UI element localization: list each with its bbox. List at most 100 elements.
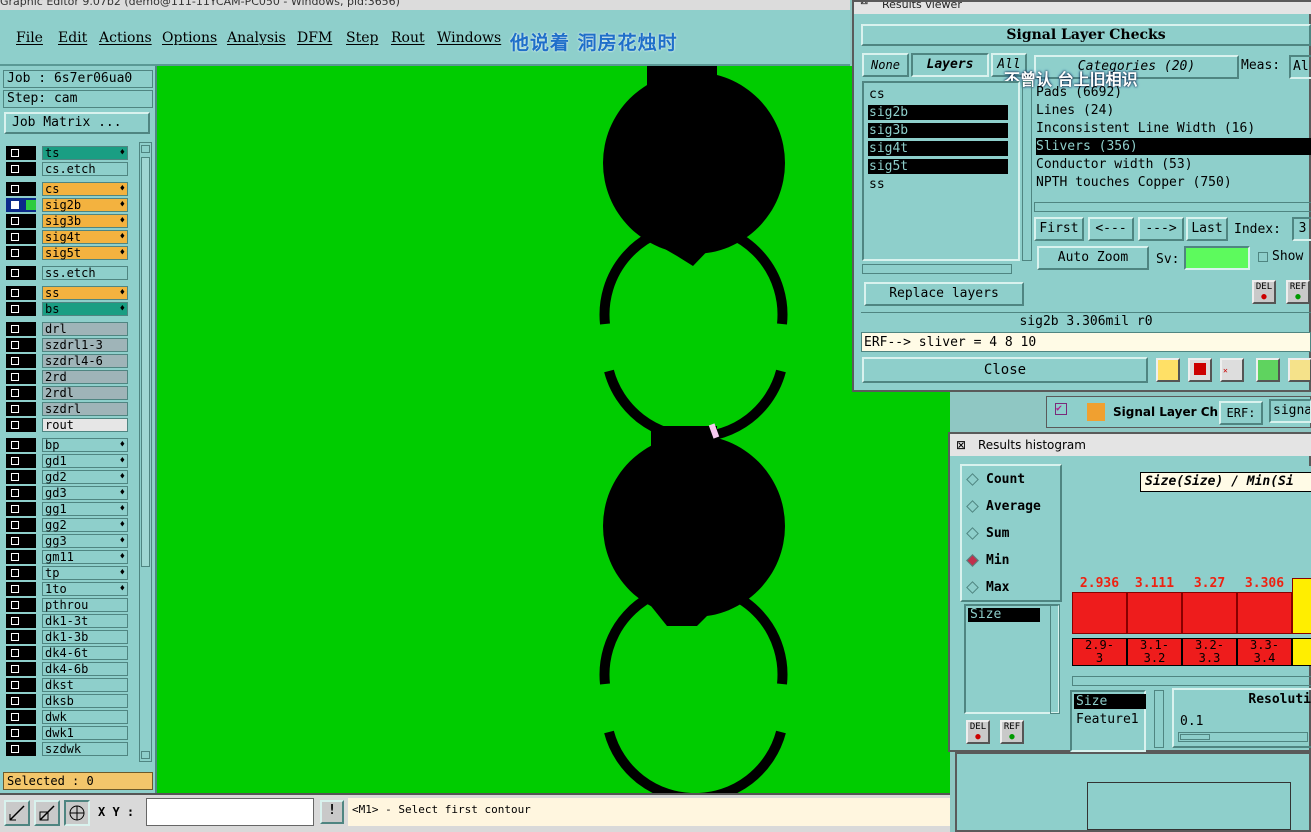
replace-layers-dropdown[interactable]: Replace layers <box>864 282 1024 306</box>
hist-ref-button[interactable]: REF ● <box>1000 720 1024 744</box>
layer-name[interactable]: sig3b ♦ <box>42 214 128 228</box>
close-icon[interactable]: ⊠ <box>860 2 868 7</box>
menu-rout[interactable]: Rout <box>391 30 425 46</box>
rv-layer-item[interactable]: sig4t <box>868 141 1008 156</box>
person-icon[interactable] <box>1156 358 1180 382</box>
layer-row-szdrl[interactable]: szdrl <box>6 402 128 416</box>
layer-row-dk4-6b[interactable]: dk4-6b <box>6 662 128 676</box>
graphic-canvas[interactable] <box>157 66 950 793</box>
layer-checkbox[interactable] <box>6 726 36 740</box>
xy-input[interactable] <box>146 798 314 826</box>
job-matrix-button[interactable]: Job Matrix ... <box>4 112 150 134</box>
mode-radio-min[interactable]: Min <box>966 551 1009 571</box>
layer-checkbox[interactable] <box>6 486 36 500</box>
menu-windows[interactable]: Windows <box>437 30 501 46</box>
menu-step[interactable]: Step <box>346 30 378 46</box>
layer-checkbox[interactable] <box>6 646 36 660</box>
layer-name[interactable]: 2rd <box>42 370 128 384</box>
layer-row-drl[interactable]: drl <box>6 322 128 336</box>
layer-name[interactable]: dkst <box>42 678 128 692</box>
layer-checkbox[interactable] <box>6 214 36 228</box>
layer-row-gg2[interactable]: gg2 ♦ <box>6 518 128 532</box>
del-button[interactable]: DEL ● <box>1252 280 1276 304</box>
layer-name[interactable]: gg2 ♦ <box>42 518 128 532</box>
layer-name[interactable]: cs.etch <box>42 162 128 176</box>
scroll-down-arrow-icon[interactable] <box>141 751 150 759</box>
layer-name[interactable]: gd1 ♦ <box>42 454 128 468</box>
erf-button[interactable]: ERF: <box>1219 401 1263 425</box>
menu-options[interactable]: Options <box>162 30 217 46</box>
auto-zoom-dropdown[interactable]: Auto Zoom <box>1037 246 1149 270</box>
category-item[interactable]: Lines (24) <box>1036 102 1311 119</box>
category-hscroll[interactable] <box>1034 202 1311 212</box>
category-item[interactable]: Inconsistent Line Width (16) <box>1036 120 1311 137</box>
layer-list-scrollbar[interactable] <box>139 142 152 762</box>
rv-layer-item[interactable]: ss <box>868 177 1008 192</box>
layer-checkbox[interactable] <box>6 502 36 516</box>
layer-row-dwk[interactable]: dwk <box>6 710 128 724</box>
layer-checkbox[interactable] <box>6 418 36 432</box>
layer-row-sig5t[interactable]: sig5t ♦ <box>6 246 128 260</box>
mode-radio-sum[interactable]: Sum <box>966 524 1009 544</box>
layer-name[interactable]: ss ♦ <box>42 286 128 300</box>
menu-file[interactable]: File <box>16 30 43 46</box>
layer-name[interactable]: sig4t ♦ <box>42 230 128 244</box>
layer-name[interactable]: gd3 ♦ <box>42 486 128 500</box>
layer-row-sig2b[interactable]: sig2b ♦ <box>6 198 128 212</box>
layer-name[interactable]: gd2 ♦ <box>42 470 128 484</box>
layer-name[interactable]: ss.etch <box>42 266 128 280</box>
layer-checkbox[interactable] <box>6 438 36 452</box>
layer-checkbox[interactable] <box>6 286 36 300</box>
layer-checkbox[interactable] <box>6 582 36 596</box>
layer-name[interactable]: gm11 ♦ <box>42 550 128 564</box>
rv-layer-item[interactable]: sig5t <box>868 159 1008 174</box>
layer-row-gg1[interactable]: gg1 ♦ <box>6 502 128 516</box>
layer-row-szdwk[interactable]: szdwk <box>6 742 128 756</box>
layer-checkbox[interactable] <box>6 598 36 612</box>
layer-name[interactable]: dk1-3b <box>42 630 128 644</box>
layer-checkbox[interactable] <box>6 386 36 400</box>
mode-radio-average[interactable]: Average <box>966 497 1041 517</box>
layer-checkbox[interactable] <box>6 402 36 416</box>
layer-checkbox[interactable] <box>6 470 36 484</box>
meas-dropdown[interactable]: Al <box>1289 55 1311 79</box>
layer-name[interactable]: szdwk <box>42 742 128 756</box>
layer-checkbox[interactable] <box>6 246 36 260</box>
layer-name[interactable]: dk4-6t <box>42 646 128 660</box>
scroll-up-arrow-icon[interactable] <box>141 145 150 153</box>
layer-row-2rd[interactable]: 2rd <box>6 370 128 384</box>
next-button[interactable]: ---> <box>1138 217 1184 241</box>
exclamation-button[interactable]: ! <box>320 800 344 824</box>
layer-checkbox[interactable] <box>6 370 36 384</box>
layer-row-2rdl[interactable]: 2rdl <box>6 386 128 400</box>
layer-name[interactable]: dk4-6b <box>42 662 128 676</box>
layer-name[interactable]: rout <box>42 418 128 432</box>
layer-checkbox[interactable] <box>6 694 36 708</box>
layer-row-ss.etch[interactable]: ss.etch <box>6 266 128 280</box>
layer-row-dwk1[interactable]: dwk1 <box>6 726 128 740</box>
rv-layer-scrollbar[interactable] <box>1022 81 1032 261</box>
ref-delete-icon[interactable]: ✕ <box>1220 358 1244 382</box>
layer-row-ss[interactable]: ss ♦ <box>6 286 128 300</box>
index-input[interactable]: 3 <box>1292 217 1311 241</box>
layer-name[interactable]: bp ♦ <box>42 438 128 452</box>
erf-field[interactable]: signa <box>1269 399 1311 423</box>
notes-icon[interactable] <box>1288 358 1311 382</box>
sv-color-dropdown[interactable] <box>1184 246 1250 270</box>
step-icon[interactable] <box>1256 358 1280 382</box>
layer-checkbox[interactable] <box>6 230 36 244</box>
menu-actions[interactable]: Actions <box>99 30 152 46</box>
layer-row-dk1-3b[interactable]: dk1-3b <box>6 630 128 644</box>
rv-layer-item[interactable]: cs <box>868 87 1008 102</box>
layer-checkbox[interactable] <box>6 550 36 564</box>
last-button[interactable]: Last <box>1186 217 1228 241</box>
layer-name[interactable]: 2rdl <box>42 386 128 400</box>
layer-checkbox[interactable] <box>6 146 36 160</box>
layer-row-szdrl4-6[interactable]: szdrl4-6 <box>6 354 128 368</box>
layer-row-dk4-6t[interactable]: dk4-6t <box>6 646 128 660</box>
size-list-scrollbar[interactable] <box>1050 604 1060 714</box>
show-checkbox[interactable] <box>1258 252 1268 262</box>
ref-button[interactable]: REF ● <box>1286 280 1310 304</box>
layer-name[interactable]: gg1 ♦ <box>42 502 128 516</box>
layer-checkbox[interactable] <box>6 354 36 368</box>
